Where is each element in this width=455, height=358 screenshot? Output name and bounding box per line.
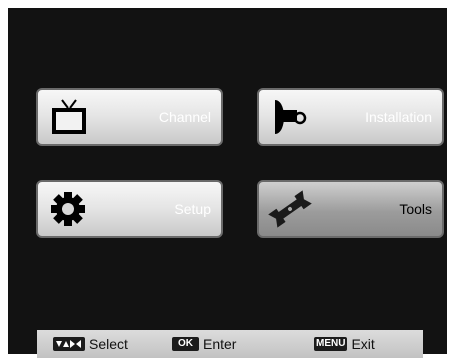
menu-tile-channel[interactable]: Channel [36,88,223,146]
tv-icon [46,96,92,138]
wrench-icon [267,188,313,230]
key-hint-bar: Select OK Enter MENU Exit [37,330,423,358]
hint-select-label: Select [89,336,128,352]
menu-tile-tools[interactable]: Tools [257,180,444,238]
arrow-keys-icon [53,337,85,351]
gear-icon [46,188,92,230]
menu-tile-label: Installation [365,109,432,125]
hint-enter: OK Enter [172,336,236,352]
menu-tile-label: Tools [399,201,432,217]
menu-tile-setup[interactable]: Setup [36,180,223,238]
menu-key-icon: MENU [314,337,348,351]
hint-exit-label: Exit [351,336,375,352]
hint-enter-label: Enter [203,336,237,352]
menu-tile-label: Channel [158,109,211,125]
ok-key-icon: OK [172,337,199,351]
hint-select: Select [53,336,128,352]
satellite-dish-icon [267,96,313,138]
menu-tile-label: Setup [174,201,211,217]
tv-screen: Channel Installation Setup Tools [8,8,447,354]
hint-exit: MENU Exit [314,336,375,352]
menu-tile-installation[interactable]: Installation [257,88,444,146]
